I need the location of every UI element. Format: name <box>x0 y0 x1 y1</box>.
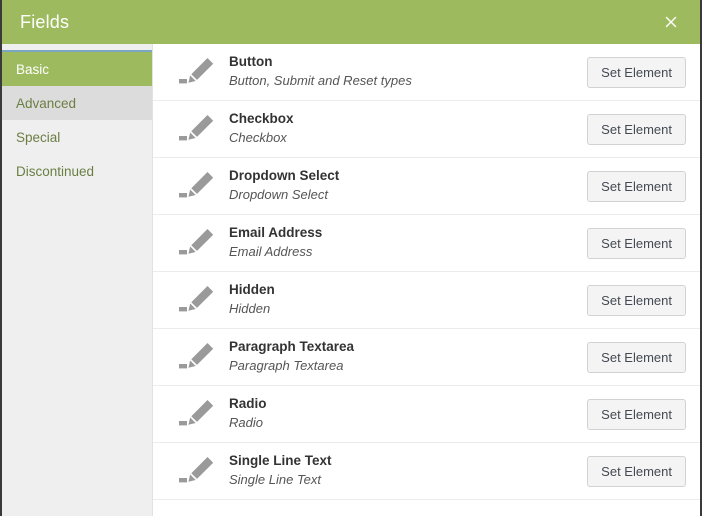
sidebar-item-label: Discontinued <box>16 163 95 179</box>
field-subtitle: Hidden <box>229 300 271 316</box>
pencil-icon <box>169 169 225 203</box>
field-subtitle: Paragraph Textarea <box>229 357 344 373</box>
fields-dialog: Fields Basic Advanced Special Discontinu… <box>0 0 702 516</box>
table-row[interactable]: Hidden Hidden Set Element <box>153 272 700 329</box>
set-element-button[interactable]: Set Element <box>587 170 686 202</box>
dialog-title: Fields <box>20 12 70 32</box>
set-element-button[interactable]: Set Element <box>587 398 686 430</box>
field-title: Radio <box>229 396 267 412</box>
field-subtitle: Single Line Text <box>229 471 322 487</box>
fields-list: Button Button, Submit and Reset types Se… <box>152 44 700 516</box>
field-title: Checkbox <box>229 111 294 127</box>
table-row[interactable]: Email Address Email Address Set Element <box>153 215 700 272</box>
sidebar-item-basic[interactable]: Basic <box>2 52 152 86</box>
dialog-header: Fields <box>2 0 700 44</box>
set-element-button[interactable]: Set Element <box>587 455 686 487</box>
table-row[interactable]: Button Button, Submit and Reset types Se… <box>153 44 700 101</box>
field-subtitle: Checkbox <box>229 129 287 145</box>
field-title: Dropdown Select <box>229 168 340 184</box>
field-title: Single Line Text <box>229 453 332 469</box>
field-title: Hidden <box>229 282 275 298</box>
set-element-button[interactable]: Set Element <box>587 341 686 373</box>
row-text: Single Line Text Single Line Text <box>225 453 587 489</box>
field-subtitle: Radio <box>229 414 263 430</box>
row-text: Paragraph Textarea Paragraph Textarea <box>225 339 587 375</box>
row-text: Dropdown Select Dropdown Select <box>225 168 587 204</box>
set-element-button[interactable]: Set Element <box>587 284 686 316</box>
field-subtitle: Dropdown Select <box>229 186 328 202</box>
row-text: Checkbox Checkbox <box>225 111 587 147</box>
pencil-icon <box>169 283 225 317</box>
dialog-body: Basic Advanced Special Discontinued Butt… <box>2 44 700 516</box>
pencil-icon <box>169 55 225 89</box>
row-text: Email Address Email Address <box>225 225 587 261</box>
table-row[interactable]: Single Line Text Single Line Text Set El… <box>153 443 700 500</box>
set-element-button[interactable]: Set Element <box>587 227 686 259</box>
close-button[interactable] <box>660 11 682 33</box>
table-row[interactable]: Paragraph Textarea Paragraph Textarea Se… <box>153 329 700 386</box>
field-title: Email Address <box>229 225 323 241</box>
set-element-button[interactable]: Set Element <box>587 113 686 145</box>
table-row[interactable]: Checkbox Checkbox Set Element <box>153 101 700 158</box>
pencil-icon <box>169 397 225 431</box>
table-row[interactable]: Radio Radio Set Element <box>153 386 700 443</box>
sidebar-item-discontinued[interactable]: Discontinued <box>2 154 152 188</box>
sidebar-item-label: Special <box>16 129 61 145</box>
row-text: Button Button, Submit and Reset types <box>225 54 587 90</box>
pencil-icon <box>169 340 225 374</box>
pencil-icon <box>169 454 225 488</box>
sidebar-item-label: Advanced <box>16 95 77 111</box>
row-text: Hidden Hidden <box>225 282 587 318</box>
field-title: Button <box>229 54 273 70</box>
table-row[interactable]: Dropdown Select Dropdown Select Set Elem… <box>153 158 700 215</box>
field-title: Paragraph Textarea <box>229 339 355 355</box>
pencil-icon <box>169 226 225 260</box>
field-subtitle: Button, Submit and Reset types <box>229 72 412 88</box>
sidebar-item-advanced[interactable]: Advanced <box>2 86 152 120</box>
row-text: Radio Radio <box>225 396 587 432</box>
sidebar-item-special[interactable]: Special <box>2 120 152 154</box>
pencil-icon <box>169 112 225 146</box>
sidebar: Basic Advanced Special Discontinued <box>2 44 152 516</box>
set-element-button[interactable]: Set Element <box>587 56 686 88</box>
sidebar-item-label: Basic <box>16 61 50 77</box>
field-subtitle: Email Address <box>229 243 313 259</box>
close-icon <box>665 16 677 28</box>
